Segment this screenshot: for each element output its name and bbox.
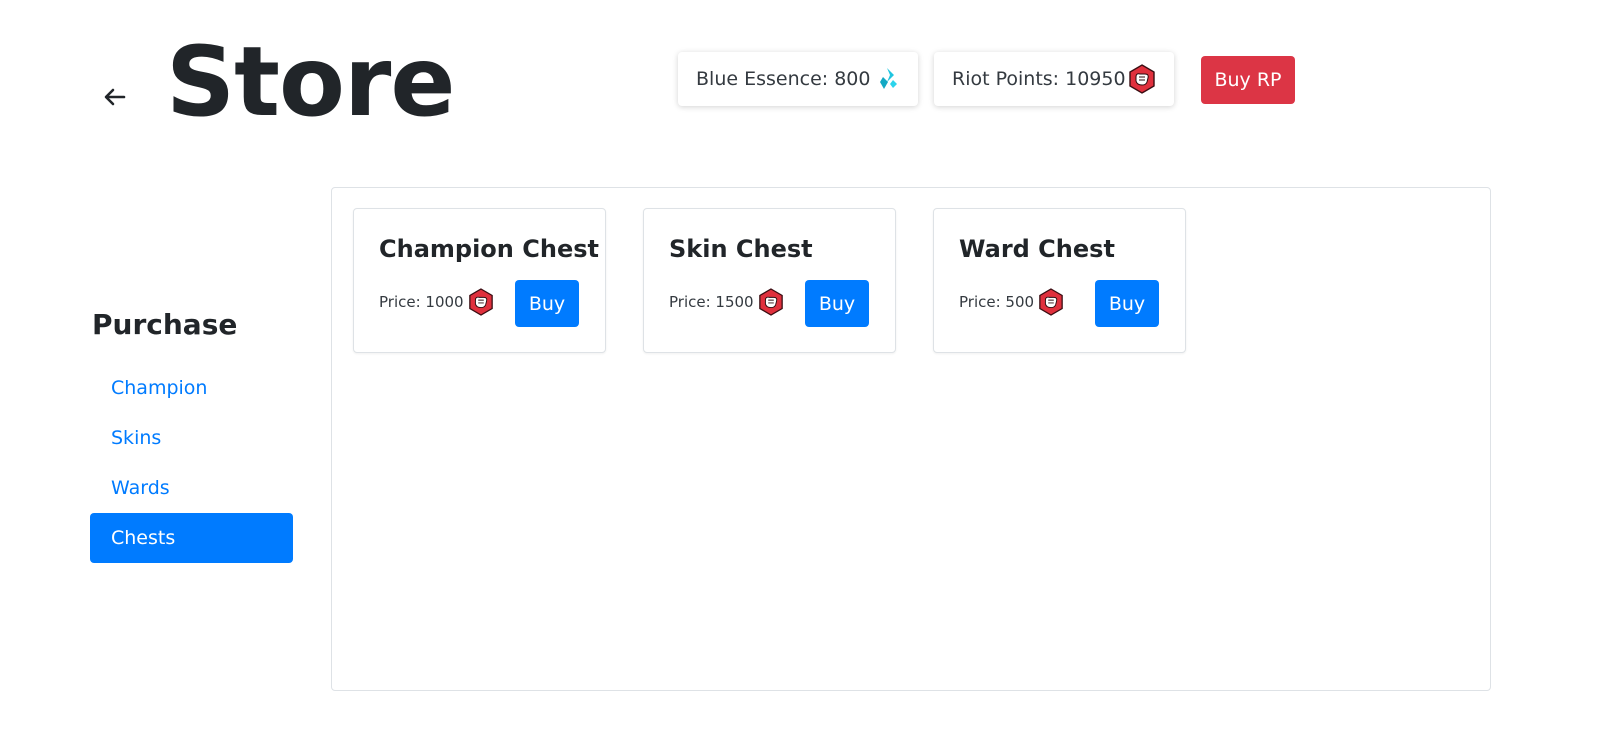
chest-price: Price: 1500	[669, 288, 784, 316]
blue-essence-label: Blue Essence: 800	[696, 68, 871, 90]
page-title: Store	[166, 26, 455, 138]
blue-essence-icon	[878, 67, 900, 91]
riot-points-icon	[758, 288, 784, 316]
sidebar-item-chests[interactable]: Chests	[90, 513, 293, 563]
chests-panel: Champion Chest Price: 1000 Buy Skin Ches…	[331, 187, 1491, 691]
sidebar-heading: Purchase	[92, 308, 238, 341]
riot-points-icon	[468, 288, 494, 316]
chest-price-label: Price: 500	[959, 293, 1035, 311]
buy-ward-chest-button[interactable]: Buy	[1095, 280, 1159, 327]
chest-card-skin: Skin Chest Price: 1500 Buy	[643, 208, 896, 353]
chest-card-champion: Champion Chest Price: 1000 Buy	[353, 208, 606, 353]
arrow-left-icon	[104, 88, 126, 106]
buy-champion-chest-button[interactable]: Buy	[515, 280, 579, 327]
chest-title: Champion Chest	[379, 235, 599, 263]
sidebar-item-skins[interactable]: Skins	[90, 413, 293, 463]
blue-essence-balance: Blue Essence: 800	[678, 52, 918, 106]
store-page: Store Blue Essence: 800 Riot Points: 109…	[0, 0, 1619, 753]
sidebar-item-wards[interactable]: Wards	[90, 463, 293, 513]
chest-price-label: Price: 1000	[379, 293, 464, 311]
chest-title: Skin Chest	[669, 235, 813, 263]
sidebar-item-champion[interactable]: Champion	[90, 363, 293, 413]
riot-points-label: Riot Points: 10950	[952, 68, 1126, 90]
buy-rp-button[interactable]: Buy RP	[1201, 56, 1295, 104]
buy-skin-chest-button[interactable]: Buy	[805, 280, 869, 327]
back-button[interactable]	[98, 80, 132, 114]
chest-price: Price: 500	[959, 288, 1064, 316]
chest-title: Ward Chest	[959, 235, 1115, 263]
chest-price: Price: 1000	[379, 288, 494, 316]
riot-points-icon	[1038, 288, 1064, 316]
sidebar: Purchase Champion Skins Wards Chests	[90, 308, 293, 563]
riot-points-icon	[1128, 64, 1156, 94]
riot-points-balance: Riot Points: 10950	[934, 52, 1174, 106]
chest-price-label: Price: 1500	[669, 293, 754, 311]
chest-card-ward: Ward Chest Price: 500 Buy	[933, 208, 1186, 353]
